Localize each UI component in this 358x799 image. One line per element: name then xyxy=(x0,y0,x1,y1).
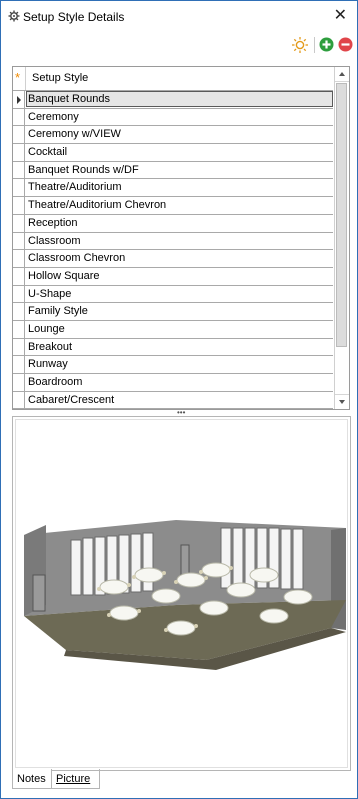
setup-style-cell[interactable]: Cocktail xyxy=(28,146,67,158)
row-indicator[interactable] xyxy=(13,161,25,179)
table-row[interactable]: Lounge xyxy=(13,320,333,339)
table-row[interactable]: Cabaret/Crescent xyxy=(13,391,333,409)
setup-style-cell[interactable]: Lounge xyxy=(28,323,65,335)
table-row[interactable]: Ceremony xyxy=(13,108,333,127)
setup-style-cell[interactable]: Ceremony xyxy=(28,111,79,123)
setup-style-grid[interactable]: * Setup Style Banquet Rounds Ceremony Cere… xyxy=(12,66,350,410)
row-indicator[interactable] xyxy=(13,374,25,391)
bottom-tabs: Notes Picture xyxy=(12,769,352,791)
sun-icon[interactable] xyxy=(291,36,309,54)
row-indicator[interactable] xyxy=(13,232,25,250)
row-indicator[interactable] xyxy=(13,338,25,356)
toolbar-separator xyxy=(314,37,315,53)
table-row[interactable]: Theatre/Auditorium xyxy=(13,179,333,198)
row-indicator[interactable] xyxy=(13,391,25,409)
setup-style-cell[interactable]: Theatre/Auditorium Chevron xyxy=(28,199,166,211)
table-row[interactable]: Banquet Rounds w/DF xyxy=(13,161,333,180)
row-indicator[interactable] xyxy=(13,320,25,338)
header-separator xyxy=(25,67,26,90)
picture-frame xyxy=(15,419,348,768)
table-row[interactable]: Cocktail xyxy=(13,144,333,162)
setup-style-cell[interactable]: Reception xyxy=(28,217,78,229)
setup-style-cell[interactable]: Banquet Rounds w/DF xyxy=(28,164,139,176)
setup-style-cell[interactable]: U-Shape xyxy=(28,288,71,300)
setup-style-cell[interactable]: Breakout xyxy=(28,341,72,353)
table-row[interactable]: Runway xyxy=(13,356,333,374)
grid-header: * Setup Style xyxy=(13,67,333,91)
row-indicator[interactable] xyxy=(13,197,25,214)
setup-style-cell[interactable]: Theatre/Auditorium xyxy=(28,181,122,193)
table-row[interactable]: Hollow Square xyxy=(13,267,333,286)
vertical-scrollbar[interactable] xyxy=(334,67,349,409)
row-indicator[interactable] xyxy=(13,126,25,144)
row-indicator[interactable] xyxy=(13,214,25,232)
table-row[interactable]: Theatre/Auditorium Chevron xyxy=(13,197,333,215)
tab-notes[interactable]: Notes xyxy=(12,769,52,789)
row-indicator[interactable] xyxy=(13,267,25,285)
setup-style-cell[interactable]: Family Style xyxy=(28,305,88,317)
row-indicator[interactable] xyxy=(13,144,25,161)
table-row[interactable]: Breakout xyxy=(13,338,333,357)
table-row[interactable]: Boardroom xyxy=(13,374,333,392)
add-icon[interactable] xyxy=(319,37,334,52)
row-indicator[interactable] xyxy=(13,250,25,267)
table-row[interactable]: Classroom xyxy=(13,232,333,251)
column-header-setup-style[interactable]: Setup Style xyxy=(32,72,88,84)
grid-rows: Banquet Rounds Ceremony Ceremony w/VIEW Coc… xyxy=(13,91,333,409)
current-row-arrow-icon xyxy=(17,96,21,104)
close-icon[interactable]: ✕ xyxy=(334,8,347,24)
row-indicator[interactable] xyxy=(13,91,25,108)
row-indicator[interactable] xyxy=(13,303,25,320)
setup-style-cell[interactable]: Ceremony w/VIEW xyxy=(28,128,121,140)
window-title: Setup Style Details xyxy=(23,10,125,24)
row-indicator[interactable] xyxy=(13,356,25,373)
toolbar xyxy=(1,31,357,59)
table-row[interactable]: Banquet Rounds xyxy=(13,91,333,109)
setup-style-cell[interactable]: Classroom xyxy=(28,235,81,247)
gear-icon xyxy=(8,10,20,22)
table-row[interactable]: Family Style xyxy=(13,303,333,321)
setup-style-cell[interactable]: Hollow Square xyxy=(28,270,100,282)
setup-style-cell[interactable]: Boardroom xyxy=(28,376,82,388)
setup-style-cell[interactable]: Cabaret/Crescent xyxy=(28,394,114,406)
new-row-marker: * xyxy=(15,70,21,85)
row-indicator[interactable] xyxy=(13,179,25,197)
setup-style-cell[interactable]: Banquet Rounds xyxy=(28,93,110,105)
title-bar: Setup Style Details ✕ xyxy=(1,1,357,31)
setup-style-cell[interactable]: Classroom Chevron xyxy=(28,252,125,264)
tab-picture[interactable]: Picture xyxy=(52,769,100,789)
row-indicator[interactable] xyxy=(13,285,25,303)
setup-style-details-window: Setup Style Details ✕ * Setup Style Banq… xyxy=(0,0,358,799)
room-layout-image xyxy=(24,520,346,670)
scroll-up-arrow-icon[interactable] xyxy=(335,67,349,82)
table-row[interactable]: U-Shape xyxy=(13,285,333,304)
remove-icon[interactable] xyxy=(338,37,353,52)
table-row[interactable]: Ceremony w/VIEW xyxy=(13,126,333,145)
scroll-down-arrow-icon[interactable] xyxy=(335,394,349,409)
setup-style-cell[interactable]: Runway xyxy=(28,358,68,370)
scrollbar-thumb[interactable] xyxy=(336,83,347,347)
picture-panel xyxy=(12,416,351,771)
table-row[interactable]: Classroom Chevron xyxy=(13,250,333,268)
row-indicator[interactable] xyxy=(13,108,25,126)
table-row[interactable]: Reception xyxy=(13,214,333,233)
